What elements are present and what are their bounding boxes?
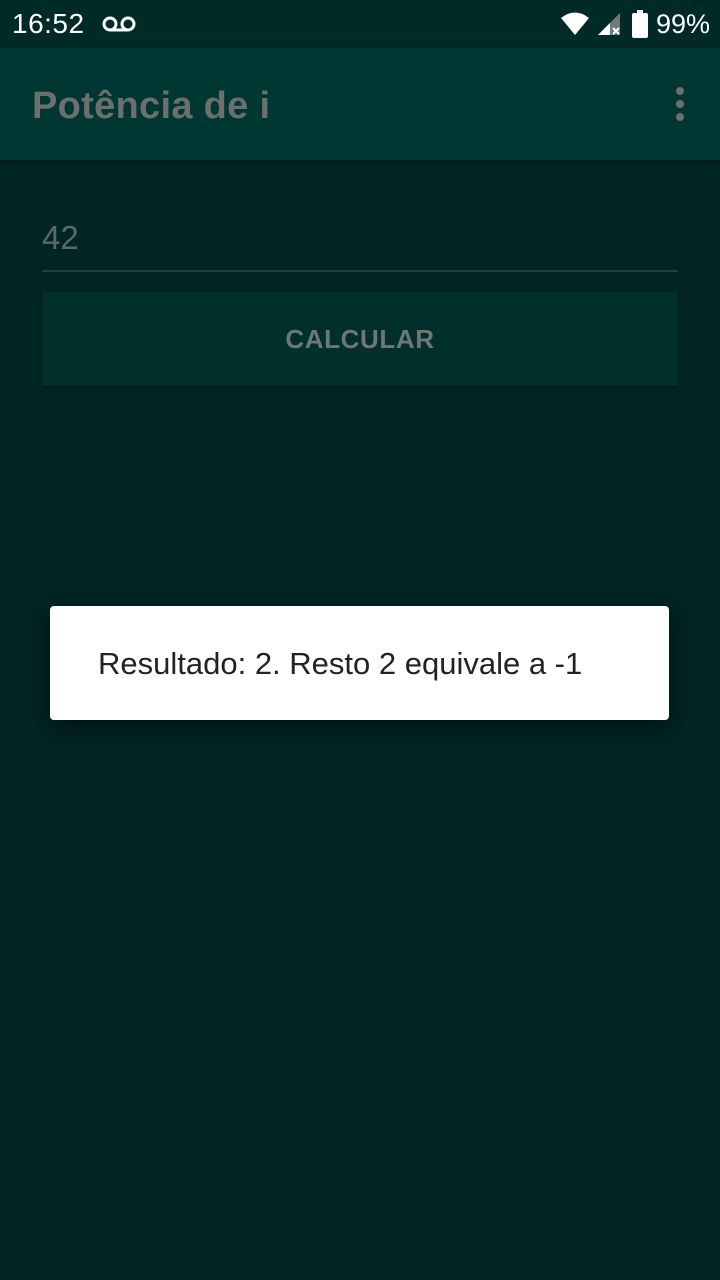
status-icons: 99%: [560, 8, 710, 40]
app-title: Potência de i: [32, 85, 271, 127]
result-toast: Resultado: 2. Resto 2 equivale a -1: [50, 606, 669, 720]
overflow-menu-icon[interactable]: [674, 86, 686, 122]
calculate-button[interactable]: CALCULAR: [42, 292, 678, 386]
app-toolbar: Potência de i: [0, 48, 720, 160]
status-bar: 16:52 99%: [0, 0, 720, 48]
battery-percent: 99%: [655, 9, 710, 39]
signal-icon: [597, 13, 620, 35]
wifi-icon: [560, 12, 589, 35]
toast-message: Resultado: 2. Resto 2 equivale a -1: [98, 646, 583, 681]
number-input[interactable]: [42, 206, 678, 272]
app-screen: 16:52 99% Potência de i 42 CALCULAR Resu…: [0, 0, 720, 1280]
battery-icon: [631, 10, 648, 38]
voicemail-icon: [102, 16, 136, 32]
status-time: 16:52: [12, 8, 85, 39]
